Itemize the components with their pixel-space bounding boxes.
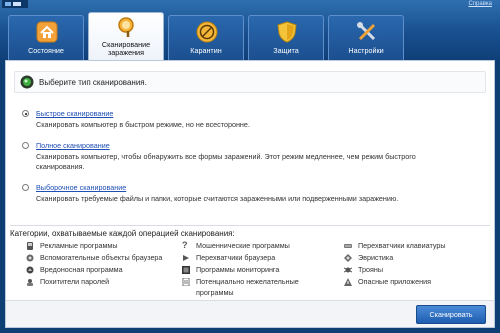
category-label: Похитители паролей — [40, 277, 110, 286]
hijacker-icon — [183, 255, 189, 261]
app-logo-icon — [2, 0, 28, 8]
category-label: Вредоносная программа — [40, 265, 123, 274]
category-label: Программы мониторинга — [196, 265, 280, 274]
full-scan-radio[interactable] — [22, 142, 29, 149]
category-label: Эвристика — [358, 253, 394, 262]
footer-bar: Сканировать — [6, 300, 494, 327]
tab-protection-label: Защита — [273, 46, 299, 55]
scan-button[interactable]: Сканировать — [416, 305, 486, 324]
category-label: Потенциально нежелательные программы — [196, 277, 299, 297]
tab-settings[interactable]: Настройки — [328, 15, 404, 60]
scan-panel: Выберите тип сканирования. Быстрое скани… — [5, 60, 495, 328]
category-label: Рекламные программы — [40, 241, 118, 250]
app-window: Справка Состояние Сканирование заражения… — [0, 0, 500, 333]
scanner-status-icon — [20, 75, 34, 89]
category-label: Перехватчики браузера — [196, 253, 276, 262]
tab-bar: Состояние Сканирование заражения Каранти — [5, 12, 495, 60]
monitor-icon — [182, 266, 190, 274]
malware-icon — [26, 266, 34, 274]
scan-title: Выберите тип сканирования. — [39, 78, 147, 87]
help-link[interactable]: Справка — [468, 1, 492, 7]
category-label: Перехватчики клавиатуры — [358, 241, 446, 250]
tab-status-label: Состояние — [28, 46, 64, 55]
trojan-icon — [344, 267, 352, 273]
category-label: Опасные приложения — [358, 277, 431, 286]
tab-scan[interactable]: Сканирование заражения — [88, 12, 164, 60]
question-icon: ? — [182, 240, 188, 250]
category-label: Трояны — [358, 265, 384, 274]
quick-scan-description: Сканировать компьютер в быстром режиме, … — [36, 120, 250, 129]
house-icon — [36, 21, 58, 43]
category-label: Мошеннические программы — [196, 241, 290, 250]
tab-quarantine[interactable]: Карантин — [168, 15, 244, 60]
browser-object-icon — [26, 254, 34, 262]
shield-icon — [277, 21, 297, 43]
full-scan-description: Сканировать компьютер, чтобы обнаружить … — [36, 152, 416, 171]
adware-icon — [27, 242, 33, 250]
custom-scan-description: Сканировать требуемые файлы и папки, кот… — [36, 194, 399, 203]
password-thief-icon — [27, 279, 33, 286]
tab-quarantine-label: Карантин — [190, 46, 222, 55]
tab-settings-label: Настройки — [348, 46, 384, 55]
header: Справка Состояние Сканирование заражения… — [0, 0, 500, 60]
scan-title-bar: Выберите тип сканирования. — [14, 71, 486, 93]
tab-scan-label: Сканирование заражения — [101, 40, 151, 57]
warning-icon — [344, 278, 352, 286]
magnifier-icon — [118, 17, 134, 37]
keylogger-icon — [344, 244, 352, 248]
custom-scan-link[interactable]: Выборочное сканирование — [36, 183, 126, 192]
quick-scan-radio[interactable] — [22, 110, 29, 117]
custom-scan-radio[interactable] — [22, 184, 29, 191]
tab-status[interactable]: Состояние — [8, 15, 84, 60]
full-scan-link[interactable]: Полное сканирование — [36, 141, 110, 150]
quick-scan-link[interactable]: Быстрое сканирование — [36, 109, 113, 118]
heuristics-icon — [344, 254, 352, 262]
document-icon — [182, 278, 190, 286]
quarantine-icon — [196, 21, 218, 43]
category-label: Вспомогательные объекты браузера — [40, 253, 163, 262]
wrench-screwdriver-icon — [357, 22, 376, 41]
tab-protection[interactable]: Защита — [248, 15, 324, 60]
